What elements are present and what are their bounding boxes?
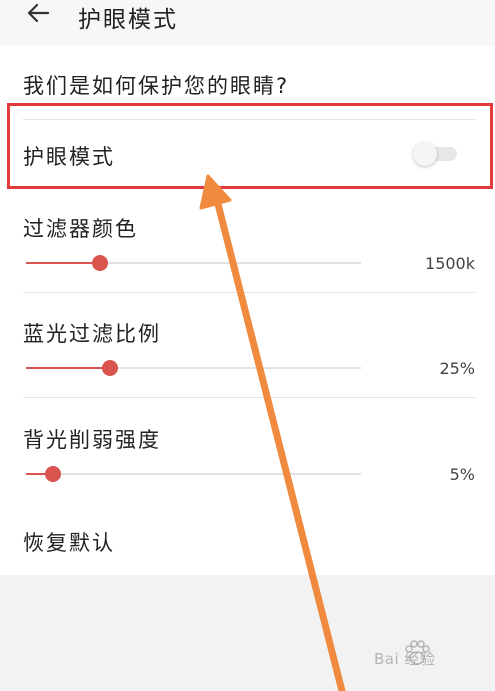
- watermark: Bai 经验: [362, 636, 482, 680]
- backlight-slider[interactable]: [26, 465, 361, 483]
- top-app-bar: 护眼模式: [0, 0, 495, 46]
- back-arrow-icon[interactable]: [26, 2, 50, 24]
- watermark-text: Bai 经验: [374, 650, 436, 668]
- reset-defaults-row[interactable]: 恢复默认: [0, 503, 495, 575]
- slider-thumb[interactable]: [44, 466, 61, 482]
- help-link[interactable]: 我们是如何保护您的眼睛?: [23, 70, 289, 100]
- annotation-highlight-box: [7, 103, 493, 189]
- slider-fill: [26, 367, 110, 369]
- blue-light-label: 蓝光过滤比例: [23, 322, 161, 346]
- divider: [23, 397, 475, 398]
- blue-light-slider[interactable]: [26, 359, 361, 377]
- filter-color-slider[interactable]: [26, 254, 361, 272]
- blue-light-value: 25%: [439, 359, 475, 378]
- filter-color-value: 1500k: [425, 254, 475, 273]
- page-title: 护眼模式: [78, 7, 178, 33]
- slider-thumb[interactable]: [101, 360, 118, 376]
- filter-color-label: 过滤器颜色: [23, 217, 138, 241]
- slider-track: [26, 473, 361, 475]
- divider: [23, 292, 475, 293]
- backlight-value: 5%: [449, 465, 475, 484]
- slider-fill: [26, 262, 100, 264]
- slider-thumb[interactable]: [91, 255, 108, 271]
- reset-defaults-label: 恢复默认: [23, 531, 115, 555]
- backlight-label: 背光削弱强度: [23, 428, 161, 452]
